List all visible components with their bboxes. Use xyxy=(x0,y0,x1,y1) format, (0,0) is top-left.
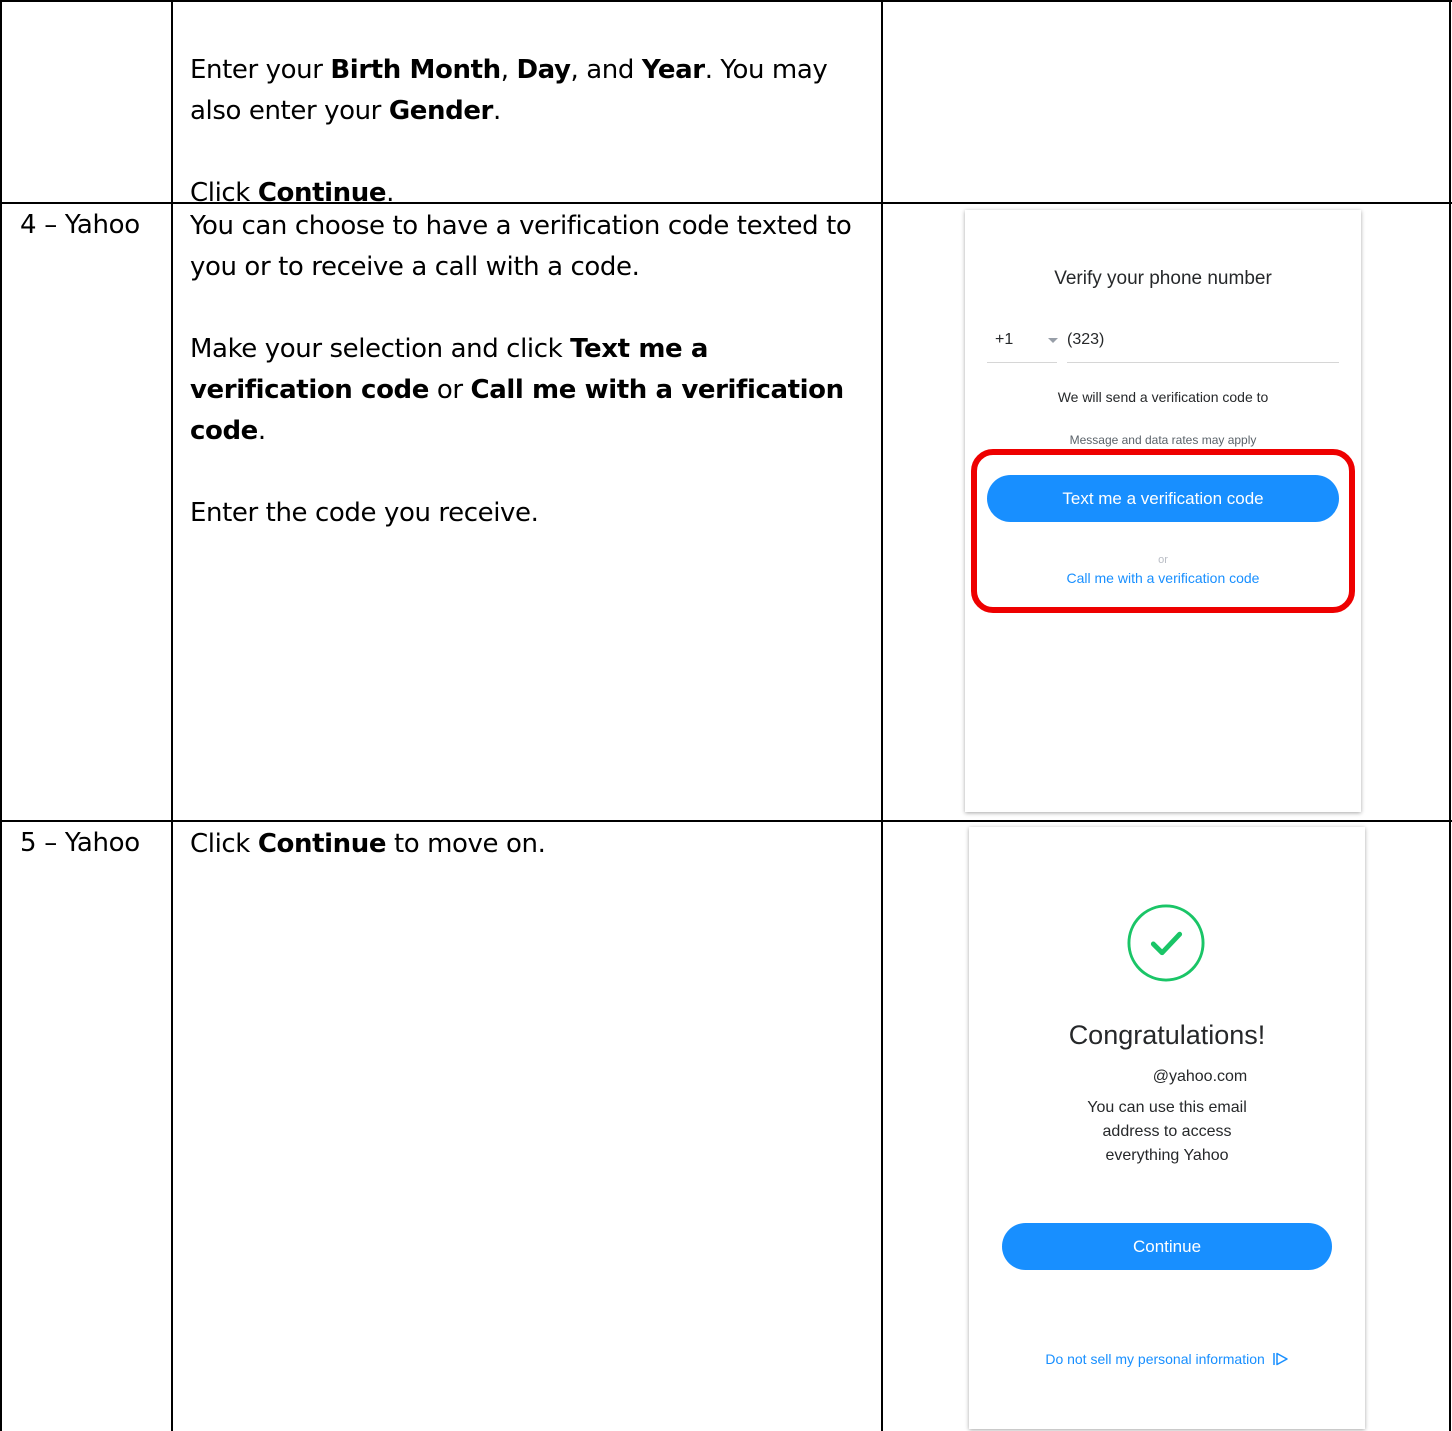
phone-number-underline xyxy=(1067,362,1339,363)
step-instructions: Enter your Birth Month, Day, and Year. Y… xyxy=(190,50,870,214)
instruction-paragraph: You can choose to have a verification co… xyxy=(190,206,870,288)
instruction-paragraph: Click Continue to move on. xyxy=(190,824,870,865)
email-address: @yahoo.com xyxy=(1152,1068,1248,1085)
message-line: You can use this email xyxy=(1087,1099,1247,1116)
instruction-paragraph: Make your selection and click Text me a … xyxy=(190,329,870,452)
text-run: or xyxy=(428,375,471,405)
row-divider-2 xyxy=(0,820,1452,822)
text-run: You can choose to have a verification co… xyxy=(190,211,852,282)
step-label: 4 – Yahoo xyxy=(20,210,140,240)
continue-button[interactable]: Continue xyxy=(1002,1223,1332,1270)
highlight-box xyxy=(971,449,1355,613)
congratulations-screenshot: Congratulations! @yahoo.com You can use … xyxy=(969,827,1365,1429)
text-run: , xyxy=(500,55,517,85)
text-run: , and xyxy=(570,55,642,85)
text-run: . xyxy=(492,96,501,126)
instruction-paragraph: Enter the code you receive. xyxy=(190,493,870,534)
phone-number-row: +1 (323) xyxy=(987,322,1339,363)
privacy-link-label: Do not sell my personal information xyxy=(1045,1351,1265,1367)
step-instructions: You can choose to have a verification co… xyxy=(190,206,870,534)
phone-number-field[interactable]: (323) xyxy=(1067,331,1104,349)
bold-term: Day xyxy=(516,55,571,85)
text-run: Click xyxy=(190,178,258,208)
text-run: Enter your xyxy=(190,55,331,85)
message-line: address to access xyxy=(1102,1123,1232,1140)
table-border-left xyxy=(0,0,2,1431)
country-code-select[interactable]: +1 xyxy=(995,331,1013,349)
bold-term: Birth Month xyxy=(330,55,501,85)
text-run: to move on. xyxy=(386,829,546,859)
rates-note: Message and data rates may apply xyxy=(1069,433,1257,447)
verify-title: Verify your phone number xyxy=(1054,268,1272,289)
text-run: Enter the code you receive. xyxy=(190,498,539,528)
privacy-link[interactable]: Do not sell my personal information xyxy=(969,1351,1365,1367)
text-run: Click xyxy=(190,829,258,859)
chevron-down-icon xyxy=(1048,338,1058,343)
step-instructions: Click Continue to move on. xyxy=(190,824,870,865)
text-run: . xyxy=(386,178,394,208)
message-line: everything Yahoo xyxy=(1105,1147,1229,1164)
step-label: 5 – Yahoo xyxy=(20,828,140,858)
play-outline-icon xyxy=(1272,1352,1288,1366)
send-note: We will send a verification code to xyxy=(1057,389,1269,405)
country-code-underline xyxy=(987,362,1057,363)
bold-term: Continue xyxy=(257,829,387,859)
column-divider-2 xyxy=(881,0,883,1431)
bold-term: Continue xyxy=(257,178,387,208)
table-border-right xyxy=(1449,0,1451,1431)
instruction-paragraph: Enter your Birth Month, Day, and Year. Y… xyxy=(190,50,870,132)
text-run: . xyxy=(257,416,266,446)
check-circle-icon xyxy=(1127,904,1205,982)
table-border-top xyxy=(0,0,1452,2)
column-divider-1 xyxy=(171,0,173,1431)
congrats-heading: Congratulations! xyxy=(1068,1020,1266,1050)
bold-term: Year xyxy=(641,55,705,85)
text-run: Make your selection and click xyxy=(190,334,571,364)
bold-term: Gender xyxy=(388,96,494,126)
